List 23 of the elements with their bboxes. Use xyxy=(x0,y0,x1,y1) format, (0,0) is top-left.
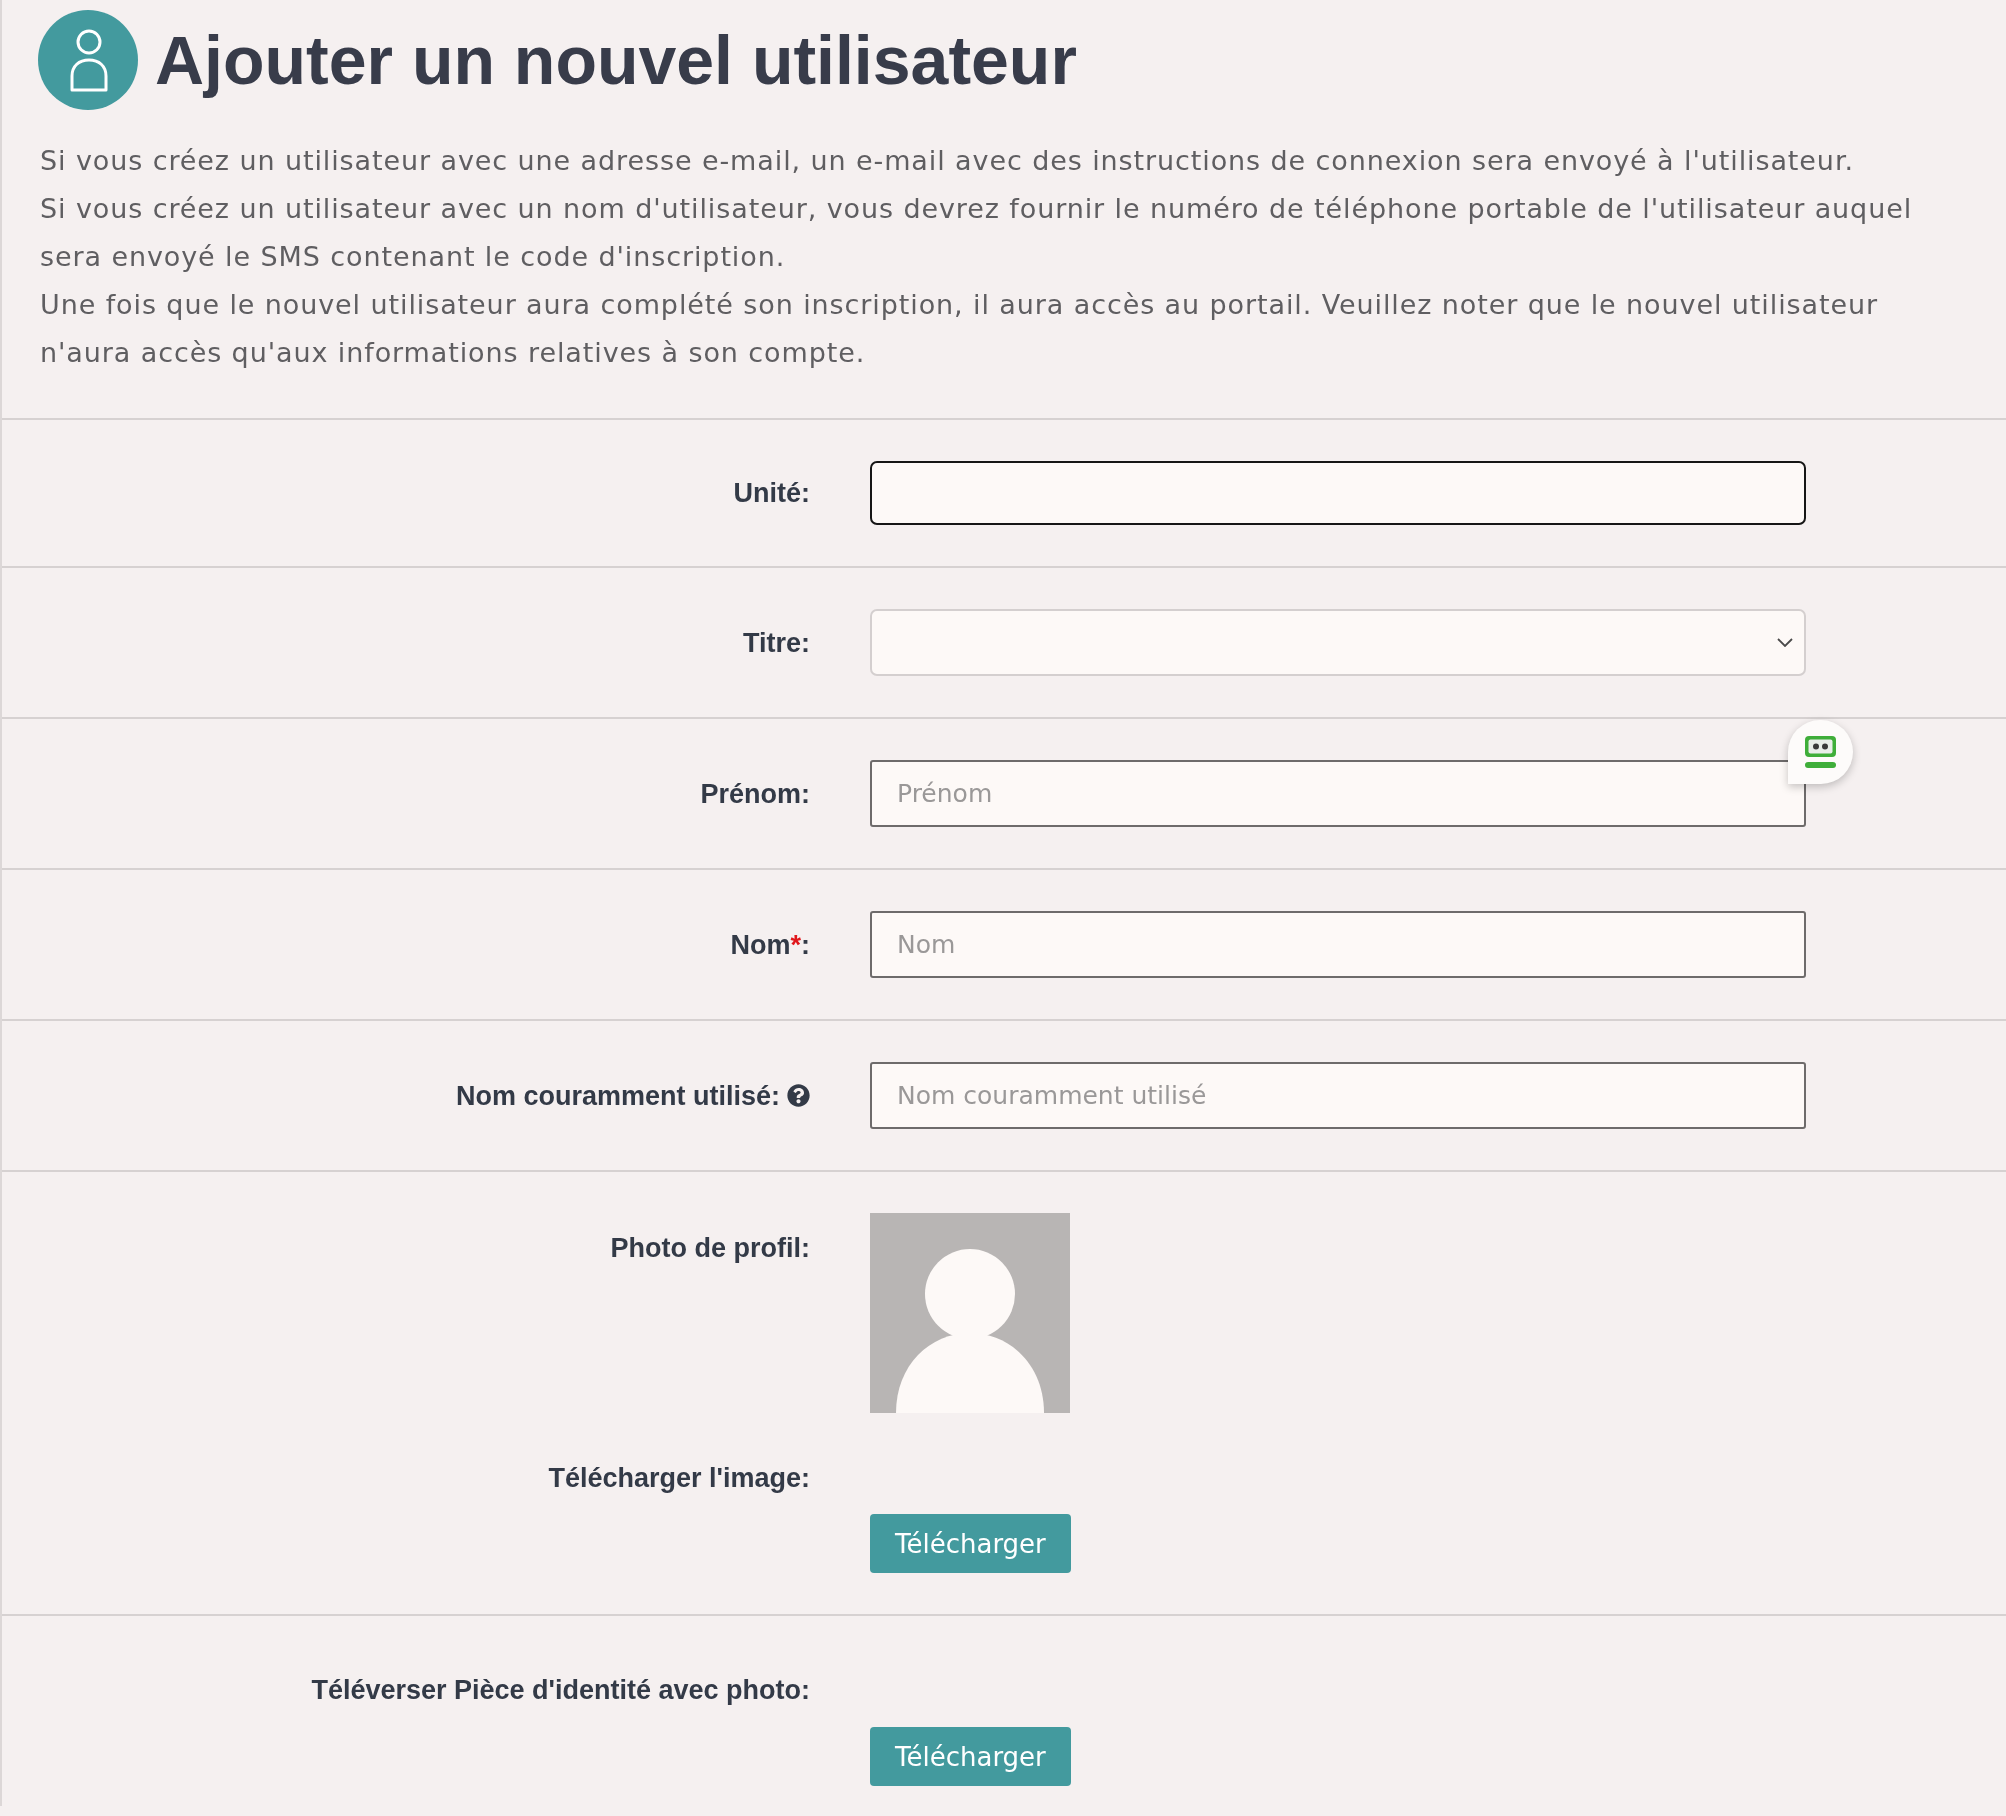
field-label: Unité: xyxy=(733,477,810,510)
input-field[interactable]: Nom xyxy=(870,911,1806,978)
intro-paragraph: Si vous créez un utilisateur avec un nom d'utilisateur, vous devrez fournir le numéro de téléphone portable de l'utilisateur auquel sera envoyé le SMS contenant le code d'inscription. xyxy=(40,192,1914,274)
field-label: Télécharger l'image: xyxy=(548,1462,810,1495)
upload-button[interactable]: Télécharger xyxy=(870,1727,1071,1786)
chevron-down-icon xyxy=(1777,638,1793,647)
select-field[interactable] xyxy=(870,609,1806,676)
robot-face-icon[interactable] xyxy=(1788,720,1853,784)
field-label: Titre: xyxy=(743,626,810,660)
field-label: Nom*: xyxy=(730,928,810,962)
help-icon[interactable] xyxy=(787,1084,810,1107)
field-label: Nom couramment utilisé: xyxy=(455,1079,780,1113)
input-field[interactable]: Nom couramment utilisé xyxy=(870,1062,1806,1129)
intro-paragraph: Si vous créez un utilisateur avec une adresse e-mail, un e-mail avec des instructions de connexion sera envoyé à l'utilisateur. xyxy=(40,144,1855,178)
field-label: Photo de profil: xyxy=(610,1232,810,1265)
input-field[interactable] xyxy=(870,461,1806,525)
field-label: Téléverser Pièce d'identité avec photo: xyxy=(311,1674,810,1707)
user-icon xyxy=(38,10,138,110)
upload-button[interactable]: Télécharger xyxy=(870,1514,1071,1573)
page-title: Ajouter un nouvel utilisateur xyxy=(155,21,1077,100)
input-field[interactable]: Prénom xyxy=(870,760,1806,827)
field-label: Prénom: xyxy=(700,777,810,811)
intro-paragraph: Une fois que le nouvel utilisateur aura complété son inscription, il aura accès au portail. Veuillez noter que le nouvel utilisateur n'aura accès qu'aux informations relatives à son compte. xyxy=(40,288,1879,370)
